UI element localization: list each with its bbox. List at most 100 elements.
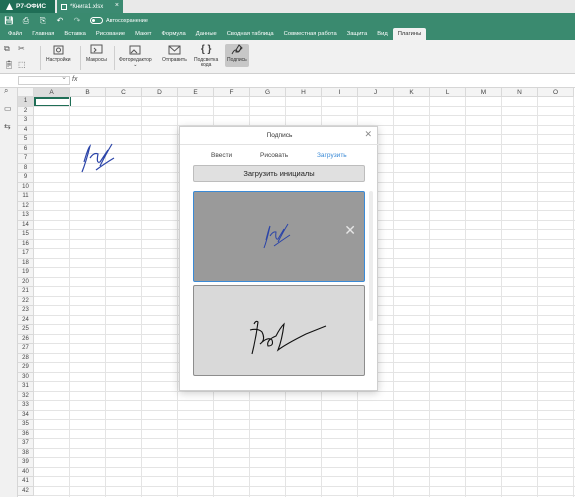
row-header[interactable]: 24 [18,315,34,325]
document-tab[interactable]: *Книга1.xlsx × [57,0,123,13]
menu-plugins[interactable]: Плагины [392,28,427,40]
row-header[interactable]: 13 [18,211,34,221]
row-header[interactable]: 29 [18,363,34,373]
row-header[interactable]: 18 [18,258,34,268]
signature-option-selected[interactable]: ✕ [193,191,365,282]
tab-type[interactable]: Ввести [211,152,232,159]
row-header[interactable]: 35 [18,420,34,430]
row-header[interactable]: 28 [18,353,34,363]
column-header[interactable]: M [466,88,502,97]
format-copy-icon[interactable]: ⬚ [18,60,32,69]
row-header[interactable]: 42 [18,486,34,496]
row-header[interactable]: 22 [18,296,34,306]
delete-signature-icon[interactable]: ✕ [344,222,356,239]
row-header[interactable]: 32 [18,391,34,401]
column-header[interactable]: N [502,88,538,97]
macros-button[interactable]: Макросы [86,44,107,63]
row-header[interactable]: 4 [18,125,34,135]
menu-home[interactable]: Главная [27,28,59,40]
row-header[interactable]: 15 [18,230,34,240]
row-header[interactable]: 23 [18,306,34,316]
column-header[interactable]: K [394,88,430,97]
column-header[interactable]: C [106,88,142,97]
row-header[interactable]: 34 [18,410,34,420]
row-header[interactable]: 3 [18,116,34,126]
row-header[interactable]: 36 [18,429,34,439]
code-highlight-button[interactable]: { } Подсветка кода [194,44,218,69]
row-header[interactable]: 25 [18,325,34,335]
spellcheck-icon[interactable]: ⇆ [4,122,11,131]
row-header[interactable]: 27 [18,344,34,354]
row-header[interactable]: 14 [18,220,34,230]
tab-upload[interactable]: Загрузить [317,152,347,159]
paste-icon[interactable]: 📋︎ [4,60,18,69]
dialog-scrollbar[interactable] [369,191,373,321]
row-header[interactable]: 11 [18,192,34,202]
signature-image-on-sheet[interactable] [78,140,120,180]
row-header[interactable]: 31 [18,382,34,392]
print-icon[interactable]: ⎙ [22,16,30,25]
comments-icon[interactable]: ▭ [4,104,12,113]
column-header[interactable]: I [322,88,358,97]
quick-print-icon[interactable]: ⎘ [39,16,47,25]
row-header[interactable]: 6 [18,144,34,154]
row-header[interactable]: 1 [18,97,34,107]
save-icon[interactable]: 💾︎ [4,16,14,25]
column-header[interactable]: L [430,88,466,97]
row-header[interactable]: 8 [18,163,34,173]
row-header[interactable]: 41 [18,477,34,487]
menu-insert[interactable]: Вставка [59,28,91,40]
upload-initials-button[interactable]: Загрузить инициалы [193,165,365,182]
autosave-toggle[interactable] [90,17,103,24]
column-header[interactable]: G [250,88,286,97]
row-header[interactable]: 19 [18,268,34,278]
row-header[interactable]: 10 [18,182,34,192]
row-header[interactable]: 16 [18,239,34,249]
menu-draw[interactable]: Рисование [91,28,130,40]
row-header[interactable]: 30 [18,372,34,382]
row-header[interactable]: 20 [18,277,34,287]
menu-data[interactable]: Данные [191,28,222,40]
row-header[interactable]: 37 [18,439,34,449]
cut-icon[interactable]: ✂ [18,44,32,54]
row-header[interactable]: 7 [18,154,34,164]
app-tab[interactable]: Р7-ОФИС [0,0,55,13]
row-header[interactable]: 21 [18,287,34,297]
signature-button[interactable]: Подпись [225,44,249,68]
copy-icon[interactable]: ⧉ [4,44,18,54]
column-header[interactable]: F [214,88,250,97]
photo-editor-button[interactable]: Фоторедактор ⌄ [119,44,152,69]
name-box[interactable] [18,73,70,85]
column-header[interactable]: A [34,88,70,97]
redo-icon[interactable]: ↷ [73,16,81,25]
row-header[interactable]: 40 [18,467,34,477]
column-header[interactable]: O [538,88,574,97]
row-header[interactable]: 5 [18,135,34,145]
row-header[interactable]: 12 [18,201,34,211]
column-header[interactable]: J [358,88,394,97]
column-header[interactable]: D [142,88,178,97]
row-header[interactable]: 2 [18,106,34,116]
row-header[interactable]: 17 [18,249,34,259]
row-header[interactable]: 26 [18,334,34,344]
undo-icon[interactable]: ↶ [56,16,64,25]
column-header[interactable]: H [286,88,322,97]
row-header[interactable]: 38 [18,448,34,458]
menu-formula[interactable]: Формула [157,28,191,40]
column-header[interactable]: B [70,88,106,97]
menu-view[interactable]: Вид [372,28,393,40]
menu-protect[interactable]: Защита [342,28,373,40]
close-icon[interactable]: ✕ [364,129,372,140]
menu-file[interactable]: Файл [3,28,27,40]
fx-icon[interactable]: fx [72,76,77,83]
row-header[interactable]: 39 [18,458,34,468]
row-header[interactable]: 33 [18,401,34,411]
row-header[interactable]: 9 [18,173,34,183]
close-tab-icon[interactable]: × [115,2,119,9]
menu-collab[interactable]: Совместная работа [279,28,342,40]
send-button[interactable]: Отправить [162,44,187,63]
tab-draw[interactable]: Рисовать [260,152,288,159]
select-all-corner[interactable] [18,88,34,97]
signature-option[interactable] [193,285,365,376]
menu-layout[interactable]: Макет [130,28,156,40]
